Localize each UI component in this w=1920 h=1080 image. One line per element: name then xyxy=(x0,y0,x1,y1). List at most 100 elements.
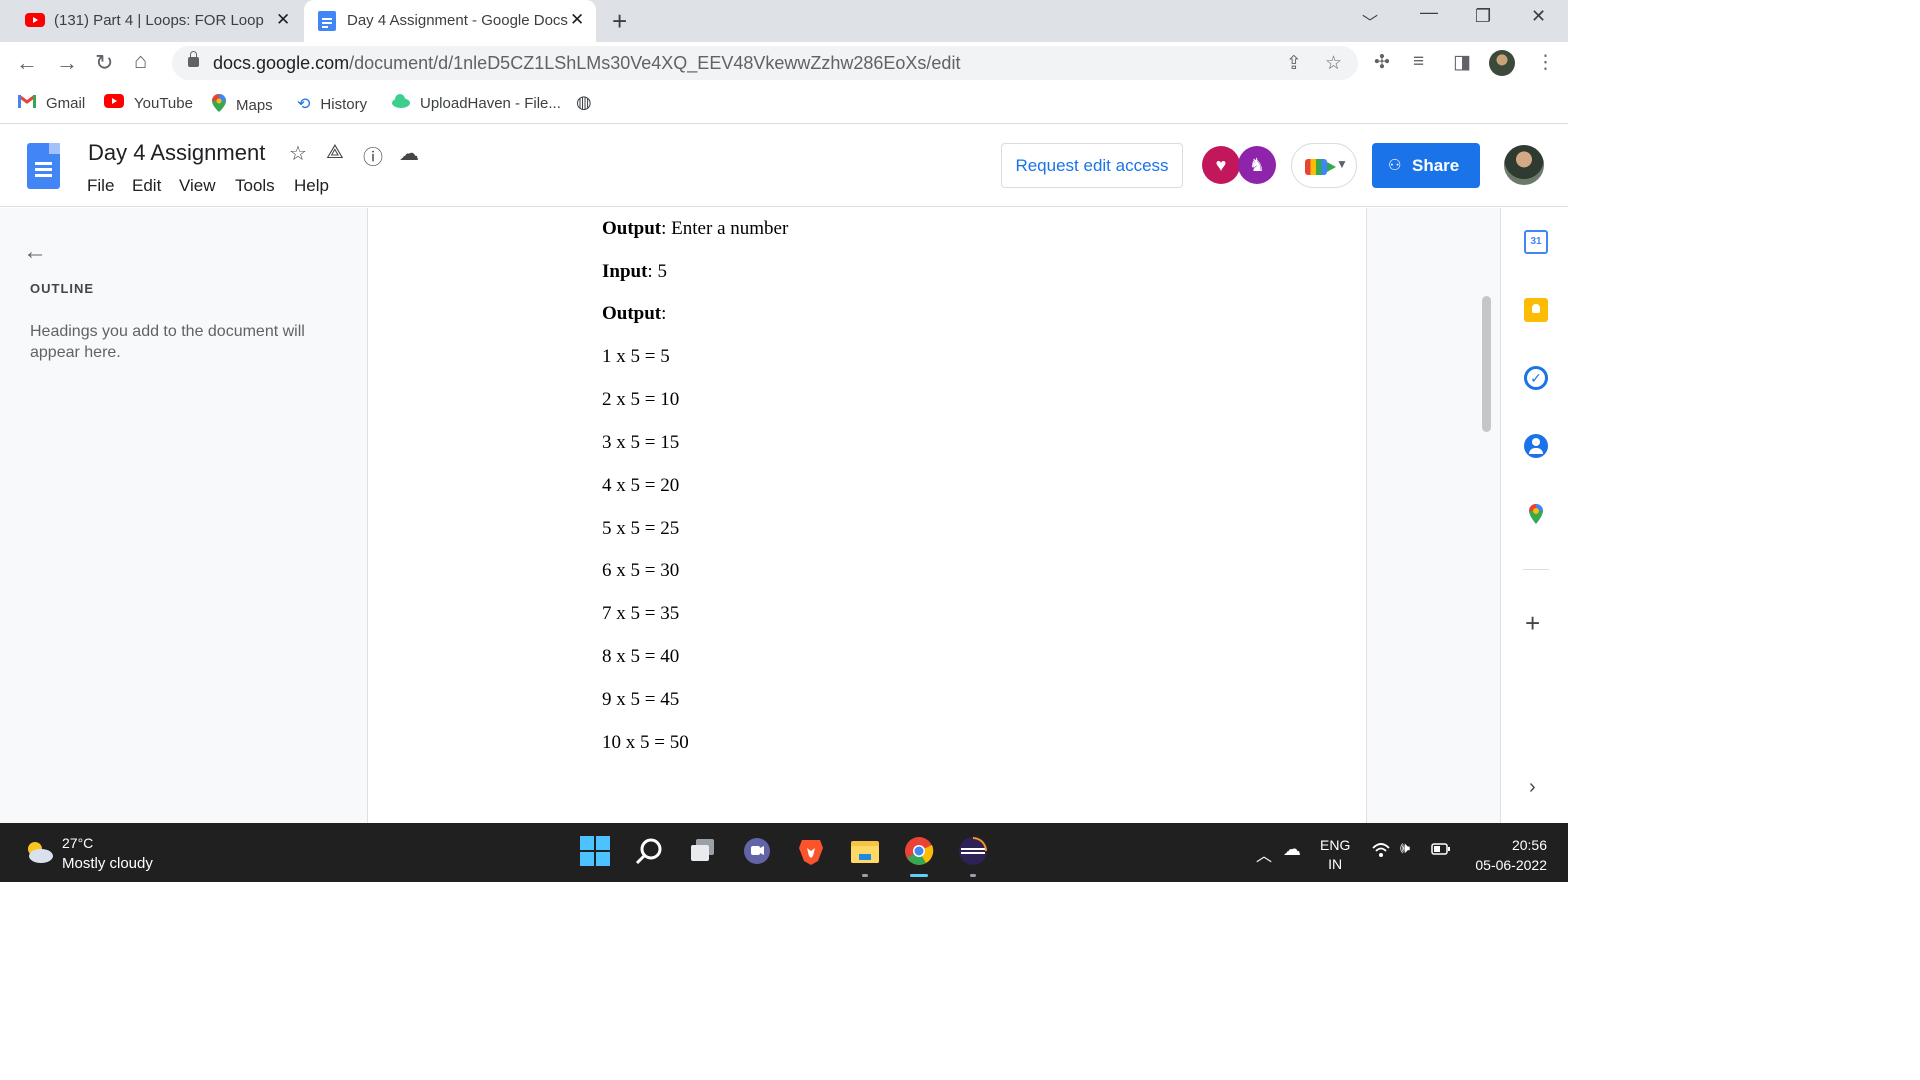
tab-search-chevron-icon[interactable]: ﹀ xyxy=(1362,9,1378,33)
url-text[interactable]: docs.google.com/document/d/1nleD5CZ1LShL… xyxy=(213,53,960,74)
url-path: /document/d/1nleD5CZ1LShLMs30Ve4XQ_EEV48… xyxy=(349,53,961,73)
bookmarks-bar: Gmail YouTube Maps ⟲ History UploadHaven… xyxy=(0,84,1568,124)
tab-google-docs[interactable]: Day 4 Assignment - Google Docs ✕ xyxy=(304,0,596,42)
bookmark-label: History xyxy=(320,95,368,113)
reload-icon[interactable]: ↻ xyxy=(95,50,113,76)
windows-taskbar: 27°C Mostly cloudy ︿ ☁ ENG IN 🕪 20:56 05… xyxy=(0,823,1568,882)
task-view-icon[interactable] xyxy=(688,836,720,868)
bookmark-label: Gmail xyxy=(46,94,86,112)
menu-view[interactable]: View xyxy=(179,176,216,196)
line-text: : xyxy=(661,303,667,324)
add-shortcut-drive-icon[interactable]: ⟁ xyxy=(326,141,344,164)
running-indicator xyxy=(970,874,976,877)
bookmark-history[interactable]: ⟲ History xyxy=(297,94,367,114)
chevron-up-icon[interactable]: ︿ xyxy=(1256,842,1272,866)
input-language[interactable]: ENG IN xyxy=(1320,836,1350,874)
back-arrow-icon[interactable]: ← xyxy=(16,50,38,76)
menu-help[interactable]: Help xyxy=(294,176,329,196)
google-docs-icon xyxy=(318,11,336,35)
weather-temperature[interactable]: 27°C xyxy=(62,835,93,851)
chevron-right-icon[interactable]: › xyxy=(1529,776,1536,799)
maps-icon[interactable] xyxy=(1524,502,1548,526)
cloudy-weather-icon[interactable] xyxy=(24,839,54,865)
maps-icon xyxy=(212,94,226,116)
menu-file[interactable]: File xyxy=(87,176,114,196)
vertical-scrollbar[interactable] xyxy=(1482,296,1491,432)
teams-chat-icon[interactable] xyxy=(742,836,774,868)
tab-youtube[interactable]: (131) Part 4 | Loops: FOR Loop | C ✕ xyxy=(0,0,302,42)
battery-icon[interactable] xyxy=(1431,842,1451,861)
back-arrow-icon[interactable]: ← xyxy=(23,238,47,266)
home-icon[interactable]: ⌂ xyxy=(134,48,147,74)
brave-browser-icon[interactable] xyxy=(796,836,828,868)
extensions-puzzle-icon[interactable]: ✣ xyxy=(1374,51,1390,74)
google-meet-button[interactable]: ▼ xyxy=(1291,143,1357,188)
restore-icon[interactable]: ❐ xyxy=(1475,6,1491,27)
outline-hint: Headings you add to the document will ap… xyxy=(30,323,305,361)
document-page[interactable]: Output: Enter a number Input: 5 Output: … xyxy=(367,208,1367,823)
close-tab-icon[interactable]: ✕ xyxy=(276,10,290,30)
account-avatar[interactable] xyxy=(1504,145,1544,185)
eclipse-ide-icon[interactable] xyxy=(958,836,990,868)
onedrive-cloud-icon[interactable]: ☁ xyxy=(1283,839,1301,860)
clock-date: 05-06-2022 xyxy=(1475,857,1547,873)
document-line: 4 x 5 = 20 xyxy=(602,475,680,496)
collaborator-avatar[interactable]: ♞ xyxy=(1238,146,1276,184)
window-close-icon[interactable]: ✕ xyxy=(1531,6,1546,27)
bookmark-star-icon[interactable]: ☆ xyxy=(1325,52,1342,75)
globe-icon[interactable]: ◍ xyxy=(576,92,592,113)
bookmark-uploadhaven[interactable]: UploadHaven - File... xyxy=(392,94,561,112)
document-title[interactable]: Day 4 Assignment xyxy=(88,140,265,166)
media-queue-icon[interactable]: ≡ xyxy=(1413,51,1424,73)
document-line: 9 x 5 = 45 xyxy=(602,689,680,710)
star-icon[interactable]: ☆ xyxy=(289,141,307,166)
chevron-down-icon: ▼ xyxy=(1336,157,1348,171)
collaborator-avatar[interactable]: ♥ xyxy=(1202,146,1240,184)
bold-label: Output xyxy=(602,303,662,324)
menu-tools[interactable]: Tools xyxy=(235,176,275,196)
minimize-icon[interactable]: — xyxy=(1420,2,1438,23)
lock-icon[interactable] xyxy=(188,51,199,67)
weather-description[interactable]: Mostly cloudy xyxy=(62,855,153,872)
share-button[interactable]: ⚇ Share xyxy=(1372,143,1480,188)
tasks-icon[interactable]: ✓ xyxy=(1524,366,1548,390)
calendar-icon[interactable]: 31 xyxy=(1524,230,1548,254)
forward-arrow-icon[interactable]: → xyxy=(56,50,78,76)
browser-tab-strip: (131) Part 4 | Loops: FOR Loop | C ✕ Day… xyxy=(0,0,1568,42)
cloud-saved-icon[interactable]: ☁ xyxy=(399,141,419,166)
line-text: : Enter a number xyxy=(661,218,789,239)
system-clock[interactable]: 20:56 05-06-2022 xyxy=(1467,835,1547,875)
profile-avatar[interactable] xyxy=(1489,50,1515,76)
bookmark-gmail[interactable]: Gmail xyxy=(18,94,85,112)
keep-icon[interactable] xyxy=(1524,298,1548,322)
people-icon: ⚇ xyxy=(1388,157,1402,174)
document-line: Input: 5 xyxy=(602,261,667,283)
search-icon[interactable] xyxy=(634,836,666,868)
chrome-icon[interactable] xyxy=(904,836,936,868)
new-tab-button[interactable]: + xyxy=(612,6,627,37)
add-addon-icon[interactable]: + xyxy=(1525,608,1540,639)
youtube-icon xyxy=(25,13,45,31)
file-explorer-icon[interactable] xyxy=(850,836,882,868)
google-docs-logo-icon[interactable] xyxy=(27,143,60,189)
language-code: ENG xyxy=(1320,837,1351,853)
bookmark-maps[interactable]: Maps xyxy=(212,94,273,116)
menu-edit[interactable]: Edit xyxy=(132,176,161,196)
close-tab-icon[interactable]: ✕ xyxy=(570,10,584,30)
side-panel-icon[interactable]: ◨ xyxy=(1453,51,1471,74)
logo-line xyxy=(35,174,52,177)
volume-icon[interactable]: 🕪 xyxy=(1400,840,1410,858)
kebab-menu-icon[interactable]: ⋮ xyxy=(1536,51,1555,74)
windows-start-icon[interactable] xyxy=(580,836,612,868)
document-line: Output: Enter a number xyxy=(602,218,788,240)
request-edit-access-button[interactable]: Request edit access xyxy=(1001,143,1183,188)
document-line: 5 x 5 = 25 xyxy=(602,518,680,539)
share-page-icon[interactable]: ⇪ xyxy=(1286,52,1302,75)
bookmark-label: YouTube xyxy=(134,94,193,112)
bookmark-youtube[interactable]: YouTube xyxy=(104,94,193,112)
document-line: 8 x 5 = 40 xyxy=(602,646,680,667)
info-icon[interactable]: ⓘ xyxy=(363,141,383,170)
contacts-icon[interactable] xyxy=(1524,434,1548,458)
wifi-icon[interactable] xyxy=(1372,842,1390,863)
browser-toolbar: ← → ↻ ⌂ docs.google.com/document/d/1nleD… xyxy=(0,42,1568,84)
